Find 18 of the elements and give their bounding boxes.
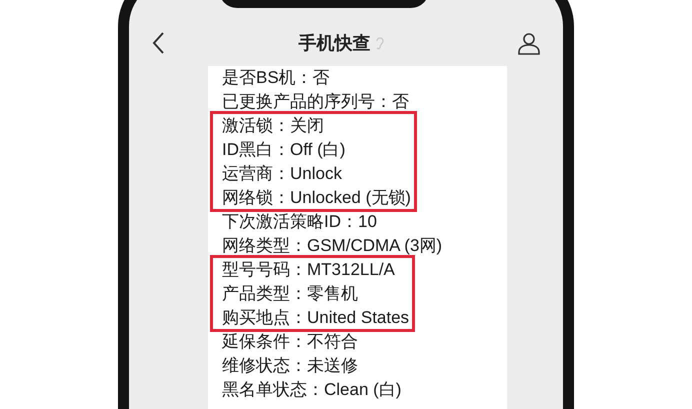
info-line: 网络锁：Unlocked (无锁) <box>222 187 411 209</box>
screen-title: 手机快查 <box>298 32 370 54</box>
info-line: 是否BS机：否 <box>222 67 331 89</box>
info-line: 下次激活策略ID：10 <box>222 211 378 233</box>
info-line: 黑名单状态：Clean (白) <box>222 379 402 401</box>
info-line: 已更换产品的序列号：否 <box>222 91 409 113</box>
info-line: 型号号码：MT312LL/A <box>222 259 396 281</box>
info-line: 购买地点：United States <box>222 307 410 329</box>
info-line: 运营商：Unlock <box>222 163 343 185</box>
info-line: 激活锁：关闭 <box>222 115 325 137</box>
info-line: 产品类型：零售机 <box>222 283 359 305</box>
ear-icon <box>374 36 384 50</box>
info-line: 网络类型：GSM/CDMA (3网) <box>222 235 442 257</box>
info-line: 维修状态：未送修 <box>222 355 359 377</box>
person-icon[interactable] <box>517 31 541 55</box>
back-icon[interactable] <box>151 31 165 55</box>
info-line: ID黑白：Off (白) <box>222 139 346 161</box>
info-line: 延保条件：不符合 <box>222 331 359 353</box>
